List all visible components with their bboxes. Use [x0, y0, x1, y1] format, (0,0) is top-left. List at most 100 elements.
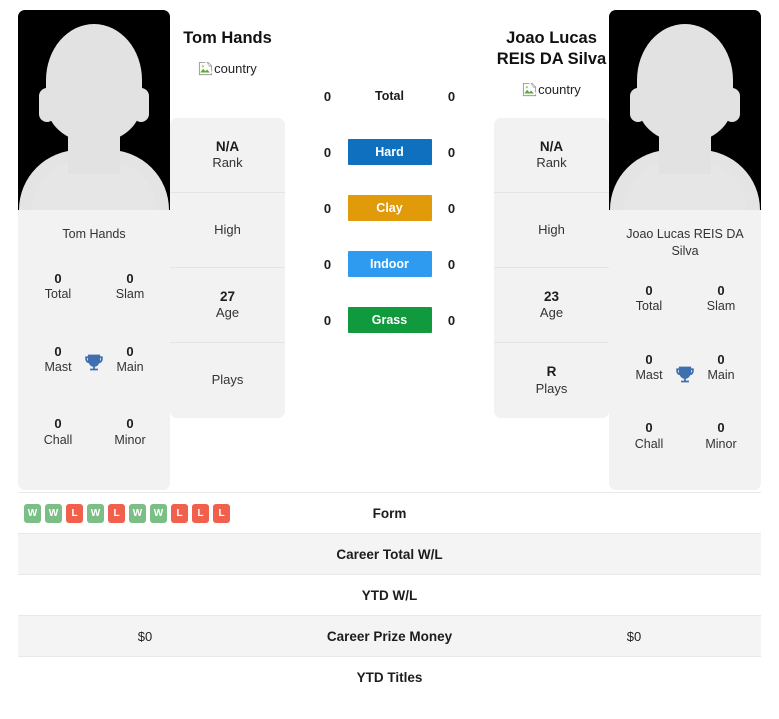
left-titles-minor-value: 0: [126, 416, 134, 432]
right-plays-value: R: [546, 364, 557, 380]
left-titles-chall-value: 0: [54, 416, 62, 432]
left-titles-chall-label: Chall: [43, 432, 73, 447]
career-prize-money-right: $0: [626, 628, 642, 644]
form-badge-win: W: [150, 503, 167, 523]
right-player-country-alt: country: [538, 82, 581, 98]
row-label-form: Form: [372, 505, 407, 521]
surface-total-left-value: 0: [323, 88, 332, 104]
right-titles-mast-value: 0: [645, 351, 653, 367]
surface-hard-right-value: 0: [447, 144, 456, 160]
surface-row-clay: 0 Clay 0: [285, 180, 494, 236]
surface-total-right-value: 0: [447, 88, 456, 104]
surface-row-total: 0 Total 0: [285, 68, 494, 124]
right-player-name: Joao Lucas REIS DA Silva: [496, 29, 607, 69]
row-label-career-total-wl: Career Total W/L: [336, 546, 443, 562]
left-info-high: High: [170, 193, 285, 268]
left-titles-minor: 0 Minor: [94, 407, 166, 480]
broken-image-icon: [522, 82, 537, 97]
comparison-table: WWLWLWWLLL Form Career Total W/L YTD W/L…: [0, 492, 779, 697]
left-info-plays: Plays: [170, 343, 285, 418]
left-age-value: 27: [219, 288, 236, 304]
avatar-silhouette-head: [46, 24, 142, 142]
row-label-ytd-wl: YTD W/L: [361, 587, 418, 603]
left-titles-total: 0 Total: [22, 262, 94, 335]
right-titles-total: 0 Total: [613, 274, 685, 343]
left-player-caption: Tom Hands: [62, 227, 126, 241]
right-titles-minor-value: 0: [717, 420, 725, 436]
right-player-country: country: [522, 82, 581, 97]
right-info-high: High: [494, 193, 609, 268]
left-info-age: 27 Age: [170, 268, 285, 343]
left-player-card: Tom Hands 0 Total 0 Slam 0 Mast 0 Main 0…: [18, 10, 170, 490]
right-age-label: Age: [539, 305, 564, 321]
surface-indoor-badge: Indoor: [347, 251, 432, 277]
right-titles-total-label: Total: [635, 299, 663, 313]
right-player-info-column: Joao Lucas REIS DA Silva country N/A Ran: [494, 10, 609, 418]
right-titles-slam-value: 0: [717, 282, 725, 298]
form-badges-left: WWLWLWWLLL: [18, 503, 272, 523]
left-titles-slam-value: 0: [126, 271, 134, 286]
left-titles-slam: 0 Slam: [94, 262, 166, 335]
right-info-age: 23 Age: [494, 268, 609, 343]
surface-clay-left-value: 0: [323, 200, 332, 216]
career-prize-money-left: $0: [137, 628, 153, 644]
left-player-avatar: [18, 10, 170, 210]
form-badge-loss: L: [108, 503, 125, 523]
surface-hard-badge: Hard: [347, 139, 432, 165]
left-player-info-column: Tom Hands country N/A Rank High 27 Age P…: [170, 10, 285, 418]
right-rank-value: N/A: [539, 138, 564, 154]
surface-total-label: Total: [375, 89, 404, 103]
left-titles-slam-label: Slam: [115, 287, 145, 302]
right-titles-main: 0 Main: [685, 343, 757, 412]
right-player-name-block: Joao Lucas REIS DA Silva country: [494, 10, 609, 118]
surface-clay-right-value: 0: [447, 200, 456, 216]
surface-row-hard: 0 Hard 0: [285, 124, 494, 180]
surface-grass-badge: Grass: [347, 307, 432, 333]
left-high-label: High: [214, 221, 241, 237]
left-titles-main: 0 Main: [94, 335, 166, 408]
right-titles-total-value: 0: [645, 282, 653, 298]
right-info-stack: N/A Rank High 23 Age R Plays: [494, 118, 609, 418]
right-plays-label: Plays: [535, 380, 568, 396]
left-rank-value: N/A: [215, 138, 240, 154]
right-titles-slam-label: Slam: [706, 299, 736, 313]
row-label-career-prize-money: Career Prize Money: [326, 628, 453, 644]
right-age-value: 23: [543, 288, 560, 304]
table-row-career-total-wl: Career Total W/L: [18, 533, 761, 574]
left-titles-main-value: 0: [126, 343, 134, 359]
right-titles-mast-label: Mast: [635, 367, 663, 382]
right-titles-grid: 0 Total 0 Slam 0 Mast 0 Main 0 Chall 0 M…: [609, 270, 761, 490]
broken-image-icon: [198, 61, 213, 76]
row-label-ytd-titles: YTD Titles: [356, 669, 423, 685]
form-badge-loss: L: [171, 503, 188, 523]
surface-titles-column: 0 Total 0 0 Hard 0 0 Clay 0 0 Indoor 0 0…: [285, 10, 494, 348]
left-titles-mast-value: 0: [54, 343, 62, 359]
table-row-career-prize-money: $0 Career Prize Money $0: [18, 615, 761, 656]
right-player-card: Joao Lucas REIS DA Silva 0 Total 0 Slam …: [609, 10, 761, 490]
surface-hard-left-value: 0: [323, 144, 332, 160]
form-badge-loss: L: [213, 503, 230, 523]
surface-row-grass: 0 Grass 0: [285, 292, 494, 348]
left-player-country-alt: country: [214, 61, 257, 77]
right-titles-chall-label: Chall: [634, 436, 664, 451]
left-titles-main-label: Main: [116, 359, 144, 374]
table-row-form: WWLWLWWLLL Form: [18, 492, 761, 533]
right-high-label: High: [538, 221, 565, 237]
surface-grass-right-value: 0: [447, 312, 456, 328]
right-titles-minor: 0 Minor: [685, 411, 757, 480]
surface-indoor-left-value: 0: [323, 256, 332, 272]
right-titles-main-value: 0: [717, 351, 725, 367]
form-left-cell: WWLWLWWLLL: [18, 503, 272, 523]
trophy-icon: [84, 352, 105, 377]
right-player-avatar: [609, 10, 761, 210]
right-info-plays: R Plays: [494, 343, 609, 418]
left-player-country: country: [198, 61, 257, 76]
right-titles-chall-value: 0: [645, 420, 653, 436]
right-titles-main-label: Main: [707, 367, 735, 382]
left-titles-mast-label: Mast: [44, 359, 72, 374]
left-player-name: Tom Hands: [183, 29, 272, 47]
left-age-label: Age: [215, 305, 240, 321]
left-plays-label: Plays: [211, 372, 244, 388]
trophy-icon: [675, 364, 696, 389]
form-badge-loss: L: [66, 503, 83, 523]
